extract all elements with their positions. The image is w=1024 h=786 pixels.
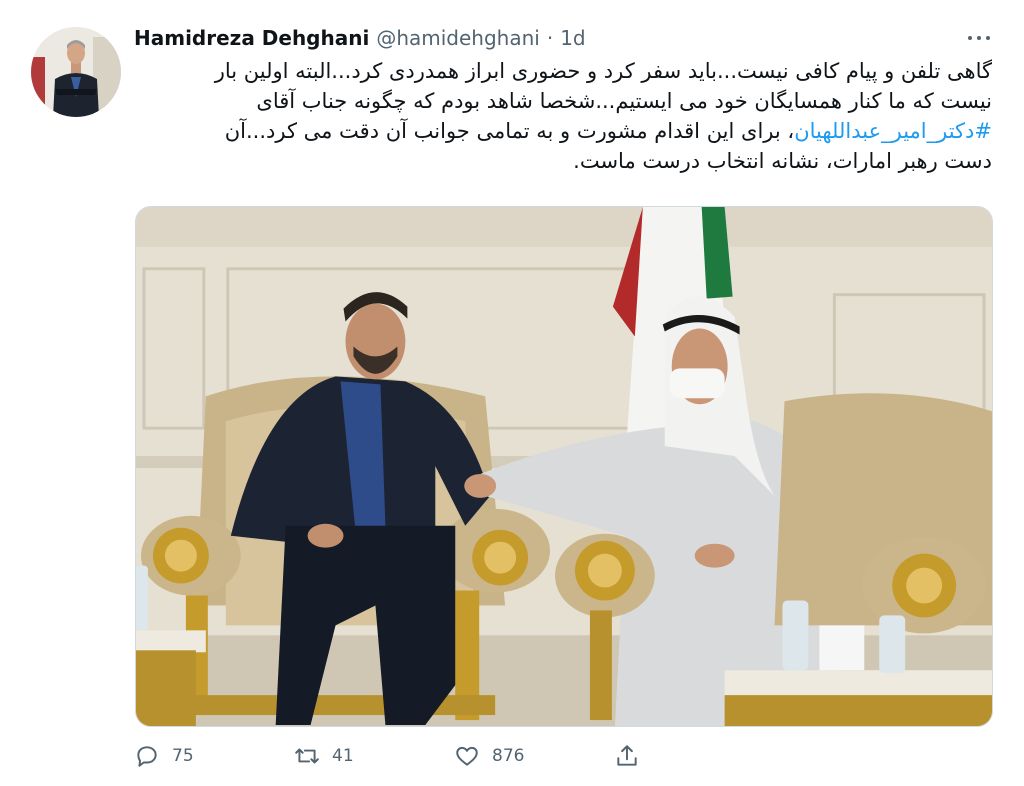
reply-icon xyxy=(137,746,157,767)
tweet-text-line: دست رهبر امارات، نشانه انتخاب درست ماست. xyxy=(573,149,992,173)
tweet-photo[interactable] xyxy=(135,206,993,727)
share-icon xyxy=(617,745,637,766)
share-button[interactable] xyxy=(614,738,640,774)
tweet: Hamidreza Dehghani @hamidehghani · 1d گا… xyxy=(0,0,1024,786)
tweet-text-line: #دکتر_امیر_عبداللهیان، برای این اقدام مش… xyxy=(134,116,992,146)
tweet-header: Hamidreza Dehghani @hamidehghani · 1d xyxy=(134,24,586,52)
tweet-text-fragment: ، برای این اقدام مشورت و به تمامی جوانب … xyxy=(224,119,795,143)
reply-button[interactable]: 75 xyxy=(134,738,194,774)
like-icon xyxy=(456,746,478,766)
like-count: 876 xyxy=(492,746,525,766)
tweet-actions: 75 41 876 xyxy=(134,738,734,774)
retweet-count: 41 xyxy=(332,746,354,766)
author-handle[interactable]: @hamidehghani xyxy=(376,26,540,50)
more-options-icon[interactable] xyxy=(962,28,996,48)
tweet-timestamp[interactable]: 1d xyxy=(560,26,585,50)
author-name[interactable]: Hamidreza Dehghani xyxy=(134,26,369,50)
retweet-button[interactable]: 41 xyxy=(294,738,354,774)
like-button[interactable]: 876 xyxy=(454,738,524,774)
tweet-text-line: نیست که ما کنار همسایگان خود می ایستیم..… xyxy=(256,89,992,113)
tweet-text-line: گاهی تلفن و پیام کافی نیست...باید سفر کر… xyxy=(214,59,992,83)
hashtag-link[interactable]: #دکتر_امیر_عبداللهیان xyxy=(794,119,992,143)
avatar[interactable] xyxy=(31,27,121,117)
separator-dot: · xyxy=(546,26,554,50)
tweet-text: گاهی تلفن و پیام کافی نیست...باید سفر کر… xyxy=(134,56,992,176)
reply-count: 75 xyxy=(172,746,194,766)
retweet-icon xyxy=(295,748,319,764)
